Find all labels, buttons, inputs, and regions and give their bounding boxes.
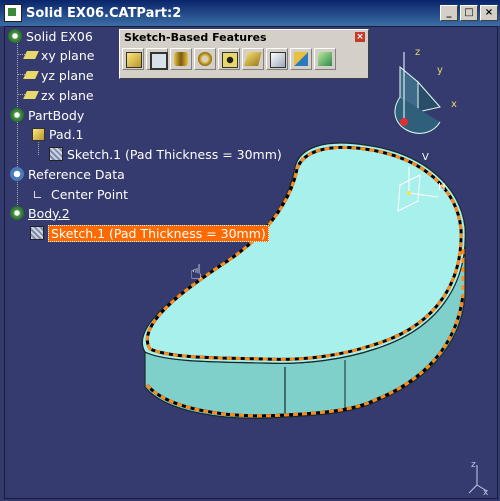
tree-label-root: Solid EX06 <box>26 28 93 44</box>
hole-icon <box>222 52 238 68</box>
tree-node-body2-sketch[interactable]: Sketch.1 (Pad Thickness = 30mm) <box>30 224 269 242</box>
sketch-icon <box>30 226 44 240</box>
tree-label-yz-plane: yz plane <box>41 67 94 83</box>
sketch-axis-h-label: H <box>438 182 446 193</box>
axis-triad-z-label: z <box>471 460 476 470</box>
hand-cursor-icon: ☝ <box>190 260 203 284</box>
shaft-button[interactable] <box>170 48 192 70</box>
pad-button[interactable] <box>122 48 144 70</box>
tree-node-xy-plane[interactable]: xy plane <box>23 46 95 64</box>
tree-label-center-point: Center Point <box>51 186 129 202</box>
tree-node-pad[interactable]: Pad.1 <box>32 125 84 143</box>
axis-triad-x-label: x <box>483 488 489 498</box>
tree-node-center-point[interactable]: Center Point <box>30 185 128 203</box>
tree-node-zx-plane[interactable]: zx plane <box>23 86 94 104</box>
sketch-axis-v-label: V <box>422 152 429 163</box>
tree-node-yz-plane[interactable]: yz plane <box>23 66 94 84</box>
compass-x-label: x <box>451 99 457 110</box>
pocket-icon <box>150 52 168 70</box>
reference-data-icon <box>10 167 24 181</box>
compass <box>394 52 441 134</box>
tree-label-pad: Pad.1 <box>49 126 84 142</box>
tree-label-reference-data: Reference Data <box>28 166 125 182</box>
catia-part-window: Solid EX06.CATPart:2 _ □ × V H z y x z x… <box>0 0 500 501</box>
tree-label-body2: Body.2 <box>28 205 70 221</box>
toolbar-close-icon[interactable]: × <box>355 32 365 42</box>
toolbar-title-bar[interactable]: Sketch-Based Features × <box>120 30 368 45</box>
close-button[interactable]: × <box>480 5 498 21</box>
stiffener-button[interactable] <box>290 48 312 70</box>
sketch-based-features-toolbar: Sketch-Based Features × <box>119 29 369 79</box>
point-icon <box>34 190 41 198</box>
multi-section-icon <box>318 52 332 66</box>
compass-z-label: z <box>415 47 420 58</box>
tree-label-body2-sketch: Sketch.1 (Pad Thickness = 30mm) <box>48 224 269 242</box>
rib-icon <box>244 52 262 66</box>
title-bar[interactable]: Solid EX06.CATPart:2 _ □ × <box>0 0 500 26</box>
plane-icon <box>23 51 39 59</box>
tree-label-partbody: PartBody <box>28 107 85 123</box>
body-icon <box>10 206 24 220</box>
tree-node-root[interactable]: Solid EX06 <box>8 27 93 45</box>
tree-node-pad-sketch[interactable]: Sketch.1 (Pad Thickness = 30mm) <box>49 145 282 163</box>
3d-viewport[interactable]: V H z y x z x Solid EX06 xy plane yz pla… <box>4 26 498 499</box>
slot-button[interactable] <box>266 48 288 70</box>
multi-section-button[interactable] <box>314 48 336 70</box>
part-icon <box>8 29 22 43</box>
pad-icon <box>126 52 142 68</box>
tree-node-partbody[interactable]: PartBody <box>10 106 84 124</box>
tree-label-pad-sketch: Sketch.1 (Pad Thickness = 30mm) <box>67 146 282 162</box>
body-icon <box>10 108 24 122</box>
toolbar-title: Sketch-Based Features <box>124 31 267 44</box>
toolbar-buttons <box>120 45 368 73</box>
maximize-button[interactable]: □ <box>460 5 478 21</box>
rib-button[interactable] <box>242 48 264 70</box>
compass-y-label: y <box>437 65 443 76</box>
tree-label-zx-plane: zx plane <box>41 87 94 103</box>
plane-icon <box>23 91 39 99</box>
plane-icon <box>23 71 39 79</box>
tree-label-xy-plane: xy plane <box>41 47 95 63</box>
tree-node-reference-data[interactable]: Reference Data <box>10 165 125 183</box>
minimize-button[interactable]: _ <box>440 5 458 21</box>
hole-button[interactable] <box>218 48 240 70</box>
window-title: Solid EX06.CATPart:2 <box>26 5 182 21</box>
pocket-button[interactable] <box>146 48 168 70</box>
groove-icon <box>198 52 212 66</box>
stiffener-icon <box>294 52 308 66</box>
catpart-icon <box>4 4 22 22</box>
tree-node-body2[interactable]: Body.2 <box>10 204 70 222</box>
sketch-icon <box>49 147 63 161</box>
shaft-icon <box>174 52 188 66</box>
slot-icon <box>270 52 286 68</box>
pad-icon <box>32 127 45 141</box>
groove-button[interactable] <box>194 48 216 70</box>
